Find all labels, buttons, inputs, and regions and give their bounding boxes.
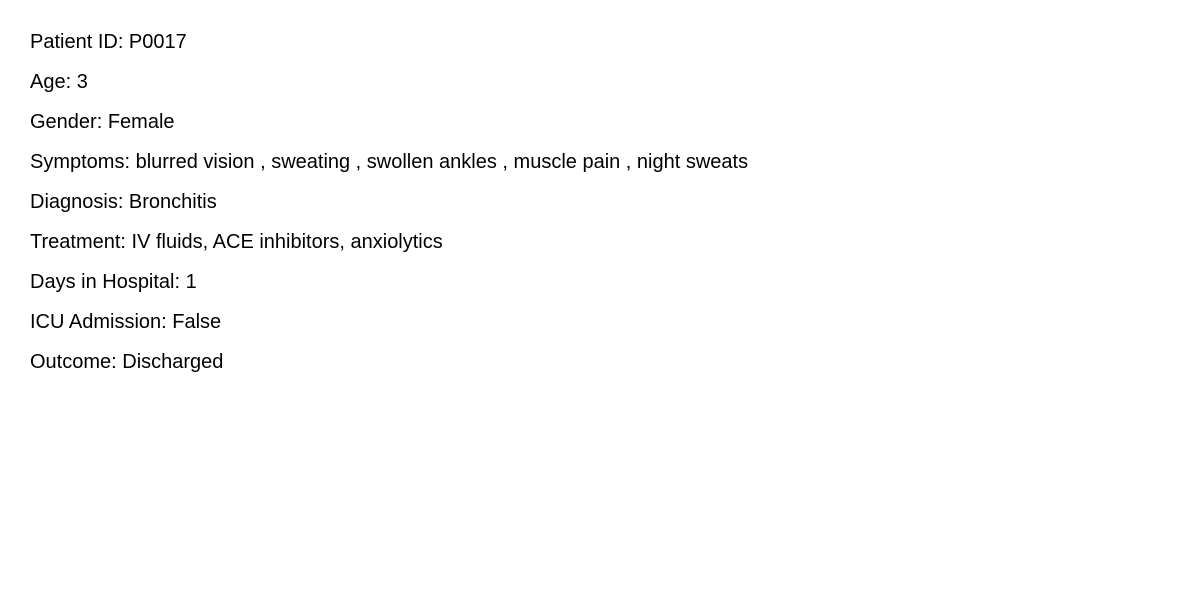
- patient-record: Patient ID: P0017 Age: 3 Gender: Female …: [30, 30, 1170, 390]
- icu-admission-line: ICU Admission: False: [30, 311, 222, 333]
- treatment-line: Treatment: IV fluids, ACE inhibitors, an…: [30, 231, 443, 253]
- patient-id-line: Patient ID: P0017: [30, 31, 187, 53]
- symptoms-line: Symptoms: blurred vision , sweating , sw…: [30, 151, 749, 173]
- page: { "record": { "patient_id": "Patient ID:…: [0, 0, 1200, 600]
- gender-line: Gender: Female: [30, 111, 175, 133]
- diagnosis-line: Diagnosis: Bronchitis: [30, 191, 217, 213]
- outcome-line: Outcome: Discharged: [30, 351, 224, 373]
- days-in-hospital-line: Days in Hospital: 1: [30, 271, 197, 293]
- age-line: Age: 3: [30, 71, 88, 93]
